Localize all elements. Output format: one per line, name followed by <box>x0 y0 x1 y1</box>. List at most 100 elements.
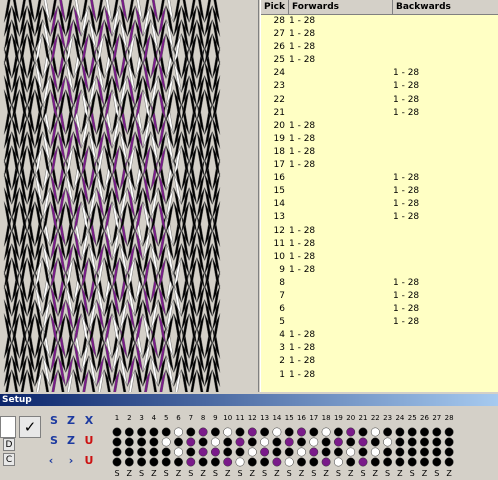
card-number[interactable]: 14 <box>272 414 281 422</box>
swap-s-icon[interactable]: S <box>47 414 61 428</box>
card-hole[interactable] <box>420 457 429 467</box>
card-hole[interactable] <box>198 457 208 467</box>
card-hole[interactable] <box>235 457 245 467</box>
pick-row[interactable]: 3 1 - 28 <box>261 342 498 355</box>
card-hole[interactable] <box>444 437 454 447</box>
card-hole[interactable] <box>174 427 183 437</box>
pick-row[interactable]: 12 1 - 28 <box>261 225 498 238</box>
pick-row[interactable]: 13 1 - 28 <box>261 211 498 224</box>
card-number[interactable]: 26 <box>420 414 429 422</box>
rotate-left-icon[interactable]: ‹ <box>44 454 58 468</box>
card-hole[interactable] <box>383 437 393 447</box>
card-hole[interactable] <box>395 457 405 467</box>
threading-direction[interactable]: Z <box>274 469 280 478</box>
card-hole[interactable] <box>137 437 147 447</box>
card-number[interactable]: 10 <box>223 414 232 422</box>
card-hole[interactable] <box>186 457 196 467</box>
card-hole[interactable] <box>149 447 159 457</box>
threading-direction[interactable]: Z <box>373 469 379 478</box>
card-hole[interactable] <box>210 437 220 447</box>
header-backwards[interactable]: Backwards <box>393 0 498 14</box>
threading-direction[interactable]: S <box>213 469 218 478</box>
card-hole[interactable] <box>358 437 368 447</box>
card-hole[interactable] <box>284 437 294 447</box>
card-hole[interactable] <box>407 447 417 457</box>
pick-row[interactable]: 5 1 - 28 <box>261 316 498 329</box>
card-hole[interactable] <box>247 427 257 437</box>
card-hole[interactable] <box>198 437 208 447</box>
card-hole[interactable] <box>260 457 270 467</box>
card-hole[interactable] <box>186 427 196 437</box>
pick-row[interactable]: 11 1 - 28 <box>261 238 498 251</box>
card-hole[interactable] <box>223 457 233 467</box>
card-hole[interactable] <box>358 427 368 437</box>
card-hole[interactable] <box>161 447 171 457</box>
card-hole[interactable] <box>235 427 245 437</box>
swap-z-icon[interactable]: Z <box>64 414 78 428</box>
d-button[interactable]: D <box>3 438 15 451</box>
card-hole[interactable] <box>297 427 306 437</box>
apply-button[interactable]: ✓ <box>19 416 41 438</box>
card-number[interactable]: 1 <box>115 414 119 422</box>
card-number[interactable]: 24 <box>395 414 404 422</box>
card-number[interactable]: 25 <box>408 414 417 422</box>
card-hole[interactable] <box>407 437 417 447</box>
card-hole[interactable] <box>112 437 122 447</box>
card-hole[interactable] <box>444 427 454 437</box>
pick-row[interactable]: 15 1 - 28 <box>261 185 498 198</box>
card-hole[interactable] <box>383 427 393 437</box>
card-number[interactable]: 4 <box>152 414 157 422</box>
pick-row[interactable]: 7 1 - 28 <box>261 290 498 303</box>
card-hole[interactable] <box>149 457 159 467</box>
card-hole[interactable] <box>297 437 306 447</box>
flip-s-icon[interactable]: S <box>47 434 61 448</box>
header-pick[interactable]: Pick <box>261 0 289 14</box>
magnet-icon[interactable]: U <box>82 454 96 468</box>
card-hole[interactable] <box>272 427 282 437</box>
c-button[interactable]: C <box>3 453 15 466</box>
card-hole[interactable] <box>260 427 270 437</box>
pick-row[interactable]: 25 1 - 28 <box>261 54 498 67</box>
flip-z-icon[interactable]: Z <box>64 434 78 448</box>
card-number[interactable]: 11 <box>236 414 245 422</box>
card-hole[interactable] <box>370 457 380 467</box>
threading-direction[interactable]: S <box>336 469 341 478</box>
card-hole[interactable] <box>346 437 356 447</box>
pick-row[interactable]: 10 1 - 28 <box>261 251 498 264</box>
card-hole[interactable] <box>247 437 257 447</box>
card-hole[interactable] <box>284 427 294 437</box>
card-hole[interactable] <box>309 447 319 457</box>
card-hole[interactable] <box>333 427 343 437</box>
card-hole[interactable] <box>260 437 270 447</box>
card-hole[interactable] <box>297 447 306 457</box>
threading-direction[interactable]: Z <box>250 469 256 478</box>
pick-row[interactable]: 4 1 - 28 <box>261 329 498 342</box>
card-hole[interactable] <box>432 447 442 457</box>
card-number[interactable]: 28 <box>445 414 454 422</box>
card-hole[interactable] <box>272 447 282 457</box>
card-hole[interactable] <box>444 457 454 467</box>
pick-row[interactable]: 21 1 - 28 <box>261 107 498 120</box>
card-hole[interactable] <box>124 437 134 447</box>
pick-row[interactable]: 18 1 - 28 <box>261 146 498 159</box>
card-hole[interactable] <box>223 437 233 447</box>
card-hole[interactable] <box>161 427 171 437</box>
threading-direction[interactable]: Z <box>397 469 403 478</box>
card-hole[interactable] <box>395 447 405 457</box>
card-hole[interactable] <box>161 437 171 447</box>
card-hole[interactable] <box>432 457 442 467</box>
card-number[interactable]: 13 <box>260 414 269 422</box>
card-hole[interactable] <box>149 427 159 437</box>
card-number[interactable]: 15 <box>285 414 294 422</box>
card-hole[interactable] <box>210 447 220 457</box>
card-hole[interactable] <box>407 427 417 437</box>
card-hole[interactable] <box>223 427 233 437</box>
card-hole[interactable] <box>432 427 442 437</box>
pick-row[interactable]: 6 1 - 28 <box>261 303 498 316</box>
card-hole[interactable] <box>420 447 429 457</box>
threading-direction[interactable]: Z <box>127 469 133 478</box>
card-number[interactable]: 17 <box>309 414 318 422</box>
card-hole[interactable] <box>124 447 134 457</box>
card-hole[interactable] <box>370 447 380 457</box>
card-hole[interactable] <box>247 457 257 467</box>
